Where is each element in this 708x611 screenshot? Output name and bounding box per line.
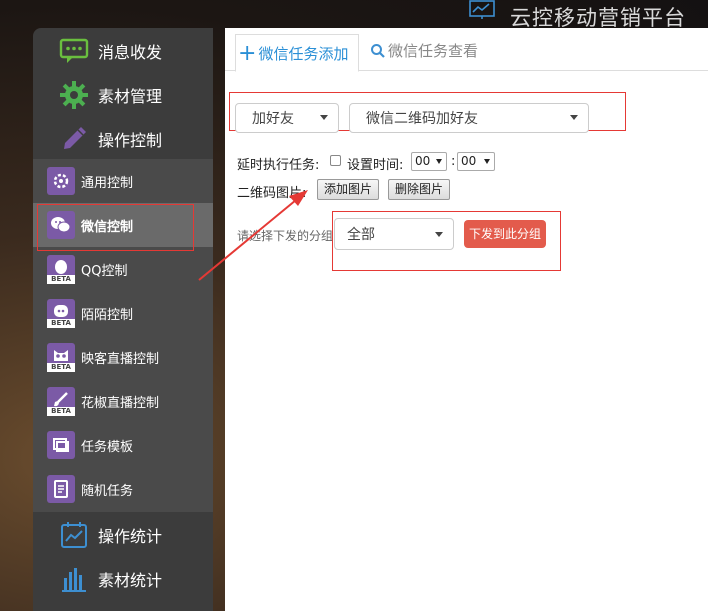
delay-label: 延时执行任务: — [237, 158, 320, 173]
pen-icon — [59, 124, 89, 154]
minute-select[interactable]: 00 — [457, 152, 495, 171]
monitor-chart-icon — [469, 0, 495, 19]
highlight-box-wechat — [37, 204, 194, 251]
group-hint: 请选择下发的分组 — [237, 229, 334, 243]
sidebar-item-label: 映客直播控制 — [81, 352, 160, 367]
tab-label: 微信任务添加 — [258, 44, 349, 63]
brush-icon: BETA — [47, 387, 75, 416]
qq-icon: BETA — [47, 255, 75, 284]
beta-badge: BETA — [47, 319, 75, 328]
set-time-label: 设置时间: — [347, 158, 404, 173]
caret-down-icon — [435, 232, 443, 237]
chart-line-icon — [59, 520, 89, 550]
sidebar-item-operations[interactable]: 操作控制 — [33, 117, 213, 161]
sidebar: 消息收发 素材管理 操作控制 通用控制 微信控制 BETA QQ控制 BETA … — [33, 28, 213, 611]
tab-wechat-task-add[interactable]: + 微信任务添加 — [235, 34, 360, 72]
sidebar-item-label: 陌陌控制 — [81, 308, 134, 323]
sidebar-item-huajiao-control[interactable]: BETA 花椒直播控制 — [33, 379, 213, 423]
add-image-button[interactable]: 添加图片 — [317, 179, 380, 200]
sidebar-item-operation-stats[interactable]: 操作统计 — [33, 513, 213, 557]
sidebar-item-task-template[interactable]: 任务模板 — [33, 423, 213, 467]
tab-wechat-task-view[interactable]: 微信任务查看 — [370, 40, 478, 61]
time-separator: : — [451, 154, 456, 169]
mode-select[interactable]: 微信二维码加好友 — [349, 103, 589, 133]
sidebar-item-general-control[interactable]: 通用控制 — [33, 159, 213, 203]
chat-icon — [59, 36, 89, 66]
delay-checkbox[interactable] — [330, 155, 341, 166]
tab-bar: + 微信任务添加 微信任务查看 — [225, 28, 708, 72]
caret-down-icon — [320, 115, 328, 120]
beta-badge: BETA — [47, 363, 75, 372]
hour-select[interactable]: 00 — [411, 152, 447, 171]
beta-badge: BETA — [47, 275, 75, 284]
sidebar-item-materials[interactable]: 素材管理 — [33, 73, 213, 117]
action-select[interactable]: 加好友 — [235, 103, 339, 133]
select-value: 00 — [461, 154, 477, 168]
document-icon — [47, 475, 75, 503]
sidebar-item-messages[interactable]: 消息收发 — [33, 29, 213, 73]
tab-label: 微信任务查看 — [388, 42, 479, 60]
bar-chart-icon — [59, 564, 89, 594]
main-panel: + 微信任务添加 微信任务查看 加好友 微信二维码加好友 延时执行任务: 设置时… — [225, 28, 708, 611]
search-icon — [371, 43, 385, 58]
template-icon — [47, 431, 75, 459]
select-value: 加好友 — [252, 111, 294, 127]
sidebar-item-label: 任务模板 — [81, 440, 134, 455]
sidebar-item-momo-control[interactable]: BETA 陌陌控制 — [33, 291, 213, 335]
momo-icon: BETA — [47, 299, 75, 328]
delete-image-button[interactable]: 删除图片 — [388, 179, 451, 200]
beta-badge: BETA — [47, 407, 75, 416]
sidebar-item-random-task[interactable]: 随机任务 — [33, 467, 213, 511]
group-select[interactable]: 全部 — [334, 218, 454, 250]
sidebar-item-qq-control[interactable]: BETA QQ控制 — [33, 247, 213, 291]
select-value: 00 — [415, 154, 431, 168]
sidebar-item-label: QQ控制 — [81, 264, 128, 279]
sidebar-item-label: 素材统计 — [98, 571, 163, 590]
sidebar-item-yingke-control[interactable]: BETA 映客直播控制 — [33, 335, 213, 379]
header-bar: 云控移动营销平台 — [0, 0, 708, 30]
select-value: 全部 — [347, 227, 375, 243]
sidebar-item-label: 操作统计 — [98, 527, 163, 546]
settings-icon — [47, 167, 75, 195]
dispatch-to-group-button[interactable]: 下发到此分组 — [464, 220, 547, 248]
select-value: 微信二维码加好友 — [366, 111, 478, 127]
sidebar-item-label: 消息收发 — [98, 43, 163, 62]
caret-down-icon — [484, 159, 490, 164]
sidebar-item-label: 随机任务 — [81, 484, 134, 499]
plus-icon: + — [238, 40, 257, 66]
sidebar-item-label: 素材管理 — [98, 87, 163, 106]
sidebar-item-material-stats[interactable]: 素材统计 — [33, 557, 213, 601]
gear-icon — [59, 80, 89, 110]
sidebar-item-label: 花椒直播控制 — [81, 396, 160, 411]
sidebar-item-label: 通用控制 — [81, 176, 134, 191]
caret-down-icon — [436, 159, 442, 164]
sidebar-item-label: 操作控制 — [98, 131, 163, 150]
owl-icon: BETA — [47, 343, 75, 372]
caret-down-icon — [570, 115, 578, 120]
qr-image-label: 二维码图片: — [237, 186, 307, 201]
